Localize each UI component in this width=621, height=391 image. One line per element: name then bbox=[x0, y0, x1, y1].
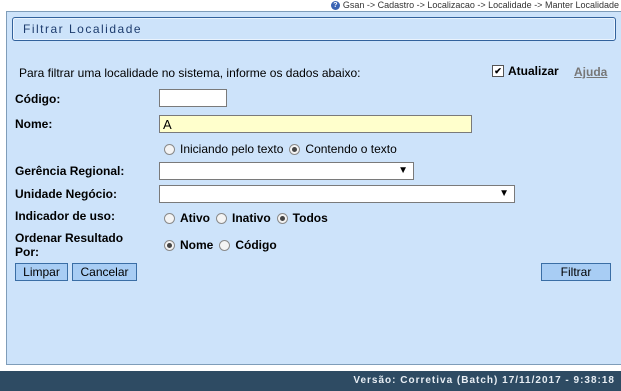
radio-ordenar-nome[interactable]: Nome bbox=[164, 238, 213, 252]
intro-text: Para filtrar uma localidade no sistema, … bbox=[19, 66, 361, 80]
codigo-input[interactable] bbox=[159, 89, 227, 107]
indicador-group: Ativo Inativo Todos bbox=[164, 211, 334, 225]
radio-ordenar-codigo[interactable]: Código bbox=[219, 238, 277, 252]
footer-bar: Versão: Corretiva (Batch) 17/11/2017 - 9… bbox=[0, 371, 621, 391]
radio-ativo-icon[interactable] bbox=[164, 212, 175, 224]
filter-panel: Filtrar Localidade Para filtrar uma loca… bbox=[6, 11, 621, 365]
radio-ordenar-nome-icon[interactable] bbox=[164, 239, 175, 251]
breadcrumb: ? Gsan -> Cadastro -> Localizacao -> Loc… bbox=[330, 0, 619, 11]
ajuda-link[interactable]: Ajuda bbox=[574, 65, 607, 79]
help-icon[interactable]: ? bbox=[330, 1, 340, 10]
radio-iniciando-label: Iniciando pelo texto bbox=[180, 142, 284, 156]
limpar-button[interactable]: Limpar bbox=[15, 263, 68, 281]
checkbox-checked-icon[interactable]: ✔ bbox=[492, 65, 504, 77]
gerencia-select[interactable]: ▼ bbox=[159, 162, 414, 180]
radio-ativo[interactable]: Ativo bbox=[164, 211, 210, 225]
radio-todos-icon[interactable] bbox=[276, 212, 288, 224]
version-text: Versão: Corretiva (Batch) 17/11/2017 - 9… bbox=[353, 375, 615, 386]
unidade-label: Unidade Negócio: bbox=[15, 187, 118, 201]
breadcrumb-path: Gsan -> Cadastro -> Localizacao -> Local… bbox=[342, 0, 619, 10]
dropdown-arrow-icon: ▼ bbox=[398, 165, 408, 176]
gerencia-label: Gerência Regional: bbox=[15, 164, 125, 178]
atualizar-label: Atualizar bbox=[508, 64, 559, 78]
radio-ordenar-codigo-icon[interactable] bbox=[219, 239, 231, 251]
panel-title-bar: Filtrar Localidade bbox=[12, 17, 616, 41]
codigo-label: Código: bbox=[15, 92, 61, 106]
radio-todos-label: Todos bbox=[292, 211, 328, 225]
ordenar-group: Nome Código bbox=[164, 238, 283, 252]
ordenar-label: Ordenar Resultado Por: bbox=[15, 231, 123, 259]
radio-ordenar-codigo-label: Código bbox=[235, 238, 277, 252]
nome-input[interactable] bbox=[159, 115, 472, 133]
nome-match-group: Iniciando pelo texto Contendo o texto bbox=[164, 142, 403, 156]
radio-ordenar-nome-label: Nome bbox=[180, 238, 214, 252]
filtrar-button[interactable]: Filtrar bbox=[541, 263, 611, 281]
ordenar-label-line2: Por: bbox=[15, 245, 39, 259]
unidade-select[interactable]: ▼ bbox=[159, 185, 515, 203]
dropdown-arrow-icon: ▼ bbox=[499, 188, 509, 199]
radio-inativo-icon[interactable] bbox=[216, 212, 227, 224]
nome-label: Nome: bbox=[15, 117, 53, 131]
atualizar-checkbox[interactable]: ✔ Atualizar bbox=[492, 64, 559, 78]
ordenar-label-line1: Ordenar Resultado bbox=[15, 231, 124, 245]
radio-contendo-icon[interactable] bbox=[289, 143, 301, 155]
radio-inativo-label: Inativo bbox=[232, 211, 271, 225]
cancelar-button[interactable]: Cancelar bbox=[72, 263, 137, 281]
panel-title: Filtrar Localidade bbox=[23, 22, 143, 36]
indicador-label: Indicador de uso: bbox=[15, 209, 116, 223]
radio-iniciando-icon[interactable] bbox=[164, 143, 175, 155]
radio-todos[interactable]: Todos bbox=[276, 211, 328, 225]
radio-contendo[interactable]: Contendo o texto bbox=[289, 142, 397, 156]
radio-ativo-label: Ativo bbox=[180, 211, 210, 225]
radio-iniciando[interactable]: Iniciando pelo texto bbox=[164, 142, 283, 156]
radio-contendo-label: Contendo o texto bbox=[305, 142, 397, 156]
radio-inativo[interactable]: Inativo bbox=[216, 211, 271, 225]
